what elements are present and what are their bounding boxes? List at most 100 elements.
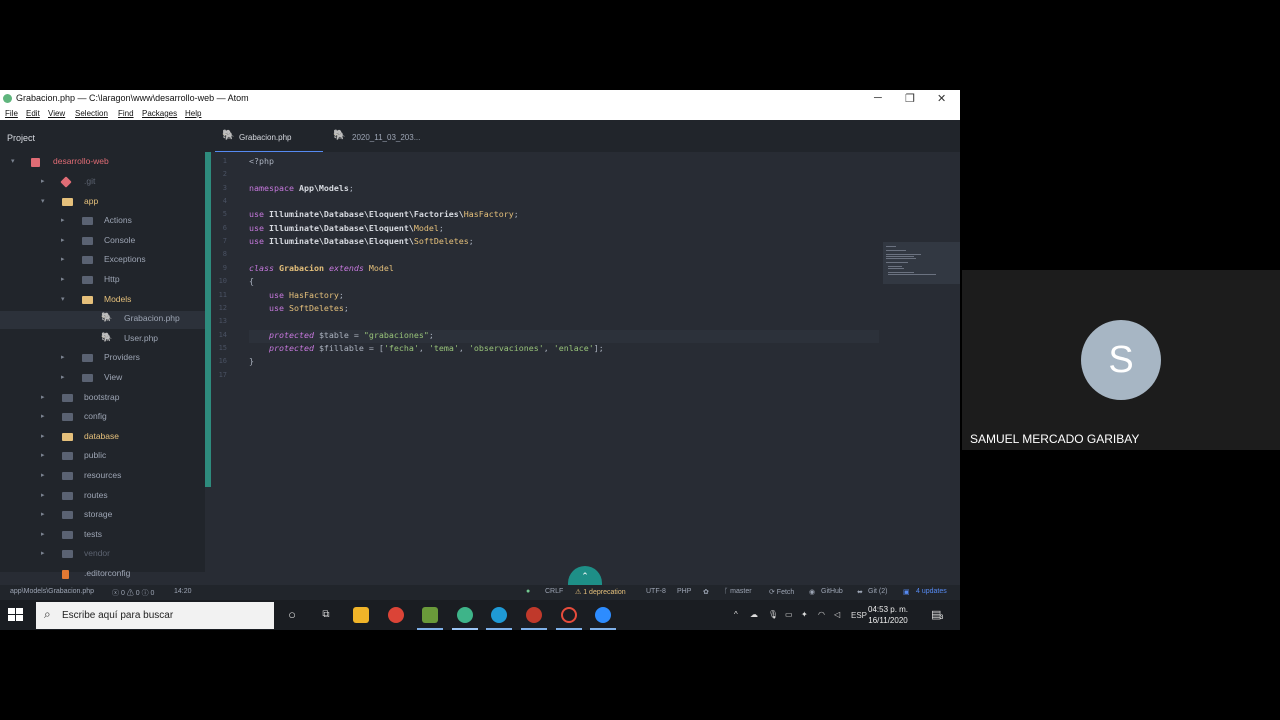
tab-grabacion[interactable]: Grabacion.php: [239, 133, 291, 142]
menu-find[interactable]: Find: [118, 109, 134, 118]
language-indicator[interactable]: ESP: [851, 611, 867, 620]
tree-item-storage[interactable]: ▸ storage: [0, 507, 205, 525]
tree-item-routes[interactable]: ▸ routes: [0, 488, 205, 506]
start-button[interactable]: [8, 608, 24, 622]
tree-root[interactable]: ▾ desarrollo-web: [0, 154, 205, 172]
close-button[interactable]: ✕: [937, 92, 946, 105]
code-line[interactable]: protected $fillable = ['fecha', 'tema', …: [249, 343, 604, 356]
cloud-icon[interactable]: ☁: [750, 610, 758, 619]
wifi-icon[interactable]: ◠: [818, 610, 825, 619]
dropbox-icon[interactable]: ✦: [801, 610, 808, 619]
status-updates[interactable]: 4 updates: [916, 588, 947, 595]
chrome-icon[interactable]: [388, 607, 404, 623]
edge-icon[interactable]: [491, 607, 507, 623]
opera-icon[interactable]: [561, 607, 577, 623]
zoom-icon[interactable]: [595, 607, 611, 623]
tree-item-app[interactable]: ▾ app: [0, 194, 205, 212]
tree-item-database[interactable]: ▸ database: [0, 429, 205, 447]
file-explorer-icon[interactable]: [353, 607, 369, 623]
status-diagnostics[interactable]: ⓧ 0 ⚠ 0 ⓘ 0: [112, 588, 154, 598]
code-line[interactable]: {: [249, 276, 254, 289]
menu-help[interactable]: Help: [185, 109, 201, 118]
volume-icon[interactable]: ◁: [834, 610, 840, 619]
code-line[interactable]: protected $table = "grabaciones";: [249, 330, 434, 343]
battery-icon[interactable]: ▭: [785, 610, 793, 619]
atom-icon[interactable]: [457, 607, 473, 623]
status-cursor-position[interactable]: 14:20: [174, 588, 192, 595]
status-file-path[interactable]: app\Models\Grabacion.php: [10, 588, 94, 595]
menu-packages[interactable]: Packages: [142, 109, 177, 118]
tree-item-public[interactable]: ▸ public: [0, 448, 205, 466]
code-line[interactable]: use Illuminate\Database\Eloquent\Model;: [249, 223, 444, 236]
participant-tile: S SAMUEL MERCADO GARIBAY: [962, 270, 1280, 450]
menu-edit[interactable]: Edit: [26, 109, 40, 118]
code-token: ,: [418, 342, 429, 353]
menu-view[interactable]: View: [48, 109, 65, 118]
participant-name: SAMUEL MERCADO GARIBAY: [970, 432, 1140, 446]
tab-migration[interactable]: 2020_11_03_203...: [352, 133, 420, 142]
heidisql-icon[interactable]: [526, 607, 542, 623]
tree-item-git[interactable]: ▸ .git: [0, 174, 205, 192]
tree-item-vendor[interactable]: ▸ vendor: [0, 546, 205, 564]
code-token: App\Models: [298, 182, 349, 193]
tree-item-providers[interactable]: ▸ Providers: [0, 350, 205, 368]
code-token: use: [249, 236, 269, 247]
tree-item-bootstrap[interactable]: ▸ bootstrap: [0, 390, 205, 408]
code-line[interactable]: }: [249, 356, 254, 369]
code-token: ;: [468, 236, 474, 247]
chevron-up-icon[interactable]: ^: [734, 610, 738, 619]
tree-item-tests[interactable]: ▸ tests: [0, 527, 205, 545]
menu-file[interactable]: File: [5, 109, 18, 118]
menu-selection[interactable]: Selection: [75, 109, 108, 118]
code-line[interactable]: use Illuminate\Database\Eloquent\SoftDel…: [249, 236, 474, 249]
microphone-icon[interactable]: 🎙: [768, 610, 778, 619]
status-deprecation[interactable]: ⚠ 1 deprecation: [575, 588, 626, 596]
cortana-icon[interactable]: ○: [284, 607, 300, 623]
search-icon: ⌕: [44, 607, 51, 621]
code-line[interactable]: namespace App\Models;: [249, 183, 354, 196]
git-gutter: [205, 152, 211, 487]
taskbar-search[interactable]: ⌕ Escribe aquí para buscar: [36, 602, 274, 629]
tree-item-http[interactable]: ▸ Http: [0, 272, 205, 290]
chevron-right-icon: ▸: [61, 374, 65, 381]
chevron-right-icon: ▸: [41, 550, 45, 558]
status-encoding[interactable]: UTF-8: [646, 588, 666, 595]
code-line[interactable]: use HasFactory;: [249, 290, 344, 303]
window-title: Grabacion.php — C:\laragon\www\desarroll…: [16, 93, 249, 103]
code-line[interactable]: use Illuminate\Database\Eloquent\Factori…: [249, 209, 519, 222]
tree-item-console[interactable]: ▸ Console: [0, 233, 205, 251]
status-fetch[interactable]: ⟳ Fetch: [769, 588, 794, 596]
code-editor[interactable]: 1 <?php 2 3 namespace App\Models; 4 5 use Illum…: [205, 152, 960, 572]
php-file-icon: 🐘: [222, 130, 235, 141]
folder-icon: [62, 550, 73, 559]
status-branch[interactable]: ᚴ master: [724, 588, 752, 595]
tree-item-grabacion-php[interactable]: 🐘 Grabacion.php: [0, 311, 205, 330]
code-line[interactable]: class Grabacion extends Model: [249, 263, 394, 276]
restore-button[interactable]: ❐: [905, 92, 915, 105]
tree-item-user-php[interactable]: 🐘 User.php: [0, 331, 205, 349]
task-view-icon[interactable]: ⧉: [318, 607, 334, 623]
code-line[interactable]: use SoftDeletes;: [249, 303, 349, 316]
status-github[interactable]: GitHub: [821, 588, 843, 595]
folder-icon: [62, 530, 73, 539]
status-line-ending[interactable]: CRLF: [545, 588, 563, 595]
tree-item-config[interactable]: ▸ config: [0, 409, 205, 427]
code-token: =: [348, 329, 364, 340]
code-token: <?php: [249, 156, 274, 166]
minimap[interactable]: [883, 242, 960, 284]
laragon-icon[interactable]: [422, 607, 438, 623]
taskbar-clock[interactable]: 04:53 p. m. 16/11/2020: [868, 604, 908, 626]
code-token: {: [249, 276, 254, 287]
tree-item-actions[interactable]: ▸ Actions: [0, 213, 205, 231]
tree-item-view[interactable]: ▸ View: [0, 370, 205, 388]
tree-item-exceptions[interactable]: ▸ Exceptions: [0, 252, 205, 270]
clock-time: 04:53 p. m.: [868, 605, 909, 614]
status-git[interactable]: Git (2): [868, 588, 887, 595]
tree-item-resources[interactable]: ▸ resources: [0, 468, 205, 486]
status-grammar[interactable]: PHP: [677, 588, 691, 595]
tree-item-editorconfig[interactable]: .editorconfig: [0, 566, 205, 584]
minimize-button[interactable]: ─: [874, 92, 882, 104]
tree-item-models[interactable]: ▾ Models: [0, 292, 205, 310]
code-line[interactable]: <?php: [249, 156, 274, 169]
folder-icon: [62, 452, 73, 461]
